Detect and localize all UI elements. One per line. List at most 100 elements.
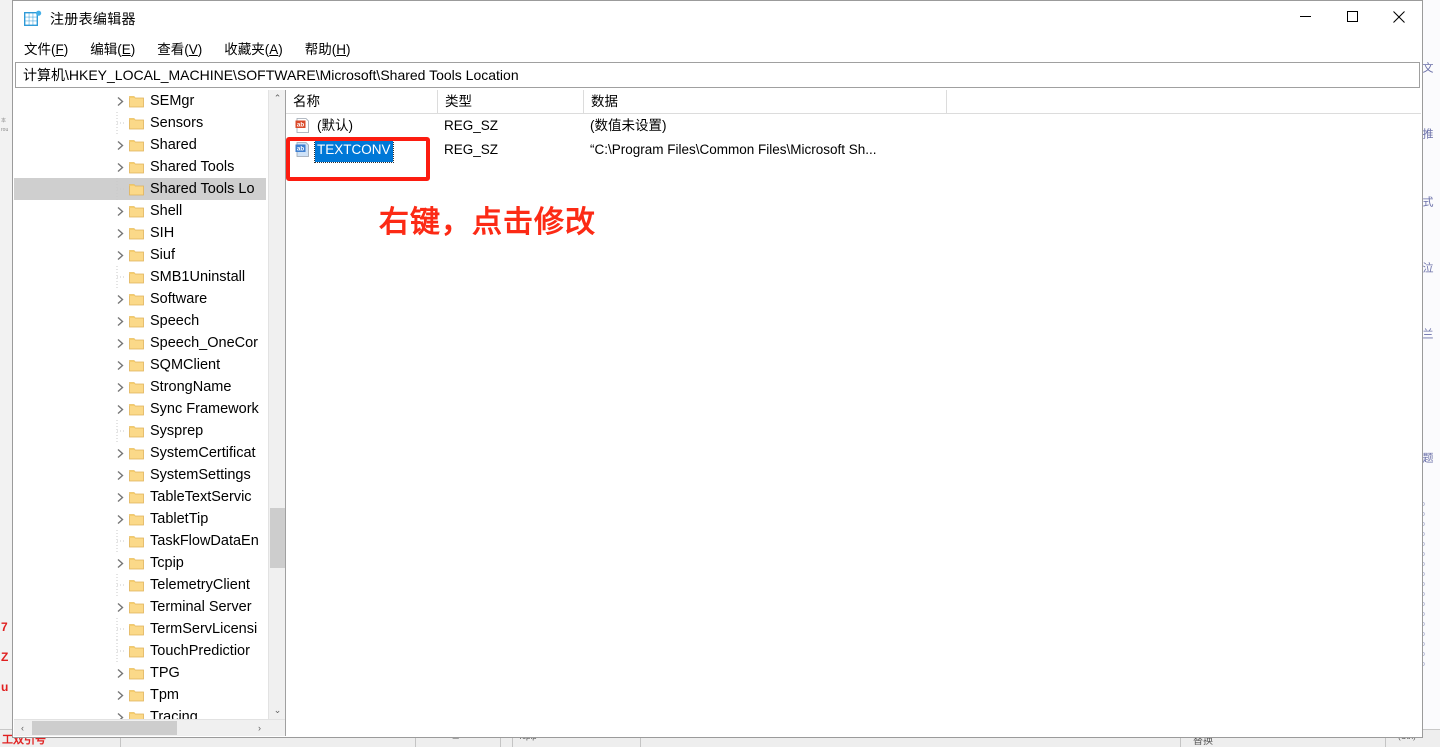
- menu-file[interactable]: 文件(F): [22, 40, 70, 60]
- chevron-right-icon[interactable]: [113, 552, 127, 574]
- chevron-right-icon[interactable]: [113, 200, 127, 222]
- address-bar[interactable]: 计算机\HKEY_LOCAL_MACHINE\SOFTWARE\Microsof…: [15, 62, 1420, 88]
- tree-node[interactable]: Sysprep: [14, 420, 266, 442]
- tree-node[interactable]: Speech_OneCor: [14, 332, 266, 354]
- chevron-right-icon[interactable]: [113, 90, 127, 112]
- tree-node[interactable]: TabletTip: [14, 508, 266, 530]
- chevron-right-icon[interactable]: [113, 288, 127, 310]
- tree-node[interactable]: SystemSettings: [14, 464, 266, 486]
- tree-node[interactable]: Shared Tools: [14, 156, 266, 178]
- scroll-right-icon[interactable]: ›: [251, 720, 268, 736]
- chevron-right-icon[interactable]: [113, 222, 127, 244]
- registry-editor-window: 注册表编辑器 文件(F) 编辑(E) 查看(V) 收藏夹(A) 帮助(H) 计算: [12, 0, 1423, 738]
- minimize-button[interactable]: [1282, 1, 1328, 32]
- tree-node[interactable]: Shared: [14, 134, 266, 156]
- chevron-right-icon[interactable]: [113, 684, 127, 706]
- chevron-right-icon[interactable]: [113, 508, 127, 530]
- scroll-down-icon[interactable]: ⌄: [269, 702, 285, 719]
- menu-help[interactable]: 帮助(H): [303, 40, 353, 60]
- tree-node[interactable]: Sync Framework: [14, 398, 266, 420]
- folder-icon: [129, 380, 144, 394]
- tree-node[interactable]: TermServLicensi: [14, 618, 266, 640]
- tree-node[interactable]: Speech: [14, 310, 266, 332]
- tree-node[interactable]: StrongName: [14, 376, 266, 398]
- menu-view-label: 查看: [157, 42, 185, 57]
- background-left-red-1: 7: [1, 620, 8, 634]
- value-name[interactable]: TEXTCONV: [314, 137, 394, 163]
- string-value-icon: ab: [295, 142, 311, 157]
- tree-node[interactable]: Software: [14, 288, 266, 310]
- tree-vertical-scrollbar[interactable]: ⌃ ⌄: [268, 90, 285, 719]
- folder-icon: [129, 292, 144, 306]
- column-header-data[interactable]: 数据: [584, 90, 947, 113]
- chevron-right-icon[interactable]: [113, 310, 127, 332]
- tree-node[interactable]: SEMgr: [14, 90, 266, 112]
- chevron-right-icon[interactable]: [113, 442, 127, 464]
- chevron-right-icon[interactable]: [113, 662, 127, 684]
- tree-node[interactable]: Tpm: [14, 684, 266, 706]
- tree-node-label: Software: [150, 291, 208, 307]
- chevron-right-icon[interactable]: [113, 156, 127, 178]
- tree-node[interactable]: TPG: [14, 662, 266, 684]
- chevron-right-icon[interactable]: [113, 332, 127, 354]
- folder-icon: [129, 490, 144, 504]
- tree-node-label: TermServLicensi: [150, 621, 258, 637]
- tree-node-label: SystemSettings: [150, 467, 251, 483]
- scroll-up-icon[interactable]: ⌃: [269, 90, 285, 107]
- menu-favorites[interactable]: 收藏夹(A): [222, 40, 285, 60]
- value-name[interactable]: (默认): [315, 114, 355, 138]
- menu-edit[interactable]: 编辑(E): [88, 40, 137, 60]
- chevron-right-icon[interactable]: [113, 244, 127, 266]
- tree-hscroll-thumb[interactable]: [32, 721, 177, 735]
- tree-node[interactable]: Sensors: [14, 112, 266, 134]
- value-row[interactable]: ab (默认) REG_SZ (数值未设置): [286, 114, 1421, 138]
- scroll-left-icon[interactable]: ‹: [14, 720, 31, 736]
- tree-node-label: StrongName: [150, 379, 232, 395]
- chevron-right-icon[interactable]: [113, 464, 127, 486]
- tree-node[interactable]: Tcpip: [14, 552, 266, 574]
- tree-node[interactable]: SQMClient: [14, 354, 266, 376]
- chevron-right-icon[interactable]: [113, 398, 127, 420]
- tree-node[interactable]: Shell: [14, 200, 266, 222]
- tree-node[interactable]: SMB1Uninstall: [14, 266, 266, 288]
- folder-icon: [129, 116, 144, 130]
- chevron-right-icon[interactable]: [113, 706, 127, 719]
- chevron-right-icon[interactable]: [113, 376, 127, 398]
- tree-node-label: SIH: [150, 225, 175, 241]
- tree-node[interactable]: TableTextServic: [14, 486, 266, 508]
- maximize-button[interactable]: [1329, 1, 1375, 32]
- value-row[interactable]: ab TEXTCONV REG_SZ “C:\Program Files\Common…: [286, 137, 1421, 163]
- folder-icon: [129, 204, 144, 218]
- folder-icon: [129, 534, 144, 548]
- tree-vscroll-thumb[interactable]: [270, 508, 285, 568]
- tree-node[interactable]: TaskFlowDataEn: [14, 530, 266, 552]
- column-header-name[interactable]: 名称: [286, 90, 438, 113]
- values-column-header: 名称 类型 数据: [286, 90, 1421, 114]
- tree-node[interactable]: SIH: [14, 222, 266, 244]
- tree-node[interactable]: SystemCertificat: [14, 442, 266, 464]
- tree-node[interactable]: Siuf: [14, 244, 266, 266]
- column-header-filler: [947, 90, 954, 113]
- tree-connector-icon: [115, 574, 127, 596]
- registry-editor-icon: [24, 10, 42, 28]
- annotation-text: 右键，点击修改: [379, 205, 596, 240]
- chevron-right-icon[interactable]: [113, 354, 127, 376]
- svg-text:ab: ab: [297, 122, 304, 129]
- tree-node[interactable]: Shared Tools Lo: [14, 178, 266, 200]
- tree-node[interactable]: TouchPredictior: [14, 640, 266, 662]
- tree-node[interactable]: Terminal Server: [14, 596, 266, 618]
- chevron-right-icon[interactable]: [113, 134, 127, 156]
- tree-horizontal-scrollbar[interactable]: ‹ ›: [14, 719, 285, 736]
- chevron-right-icon[interactable]: [113, 596, 127, 618]
- tree-connector-icon: [115, 112, 127, 134]
- tree-node[interactable]: Tracing: [14, 706, 266, 719]
- folder-icon: [129, 446, 144, 460]
- close-button[interactable]: [1376, 1, 1422, 32]
- tree-node[interactable]: TelemetryClient: [14, 574, 266, 596]
- menu-favorites-accel: A: [269, 42, 279, 57]
- menu-view[interactable]: 查看(V): [155, 40, 204, 60]
- column-header-type[interactable]: 类型: [438, 90, 584, 113]
- background-left-line-2: rou: [1, 127, 9, 133]
- tree-node-label: Shared Tools Lo: [150, 181, 255, 197]
- chevron-right-icon[interactable]: [113, 486, 127, 508]
